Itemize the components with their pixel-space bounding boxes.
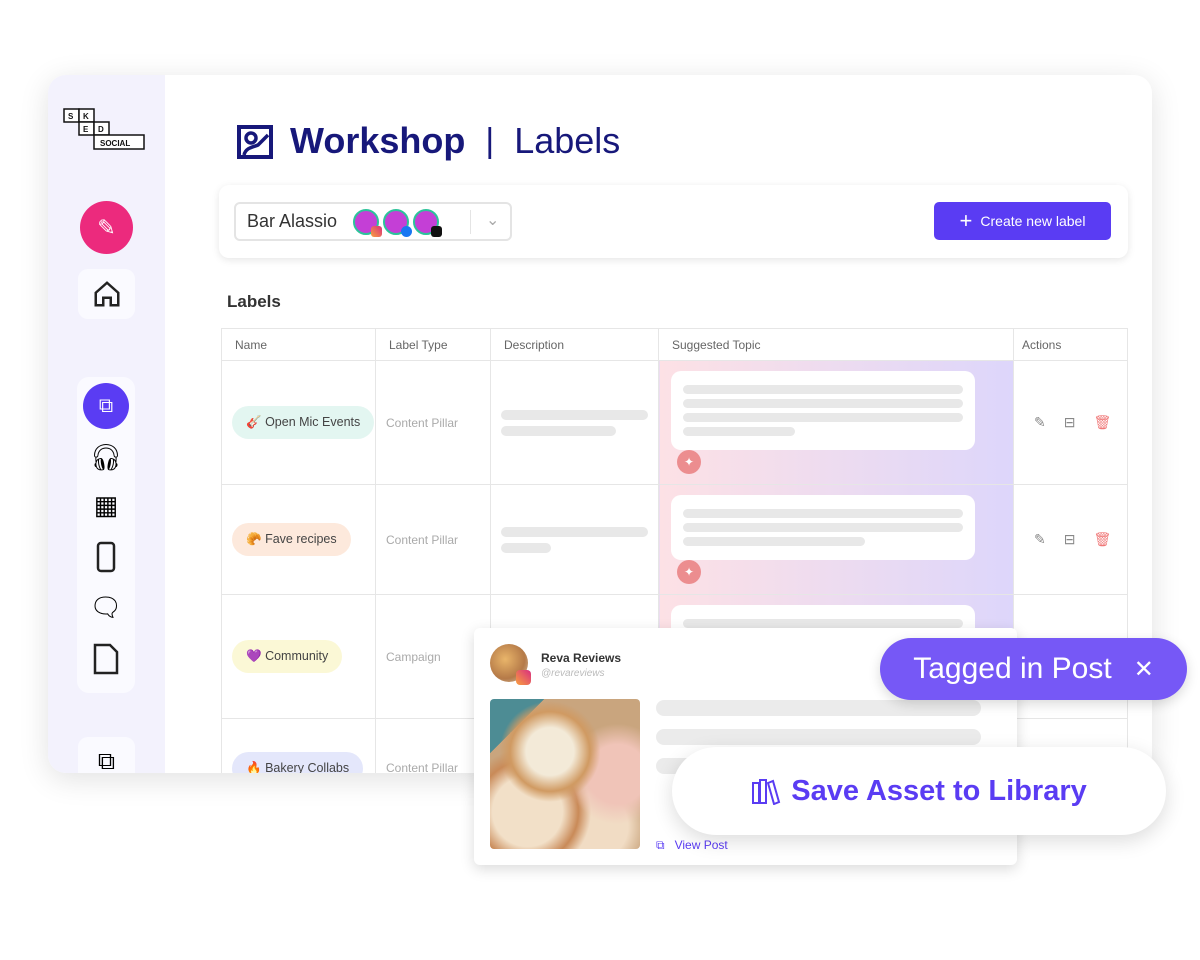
label-pill[interactable]: 🔥 Bakery Collabs [232, 751, 364, 773]
workshop-icon: ⧉ [98, 394, 114, 417]
create-label-text: Create new label [980, 213, 1086, 229]
avatar-tiktok [413, 208, 443, 237]
listening-nav[interactable]: 🎧︎ [77, 437, 135, 477]
title-workshop: Workshop [290, 120, 466, 161]
account-select[interactable]: Bar Alassio ⌄ [234, 202, 512, 241]
label-type: Content Pillar [375, 360, 491, 485]
sked-social-logo: S KE D SOCIAL [63, 108, 145, 150]
author-name: Reva Reviews [541, 651, 622, 665]
instagram-icon [516, 670, 531, 685]
facebook-icon [401, 225, 413, 237]
svg-text:S: S [68, 112, 74, 121]
sidebar: S K E D SOCIAL ✎ ⧉ 🎧︎ ▦ 🗨︎ ⧉ [48, 75, 165, 773]
plus-icon: + [959, 208, 973, 233]
trash-icon[interactable]: 🗑︎ [1093, 414, 1111, 431]
close-icon[interactable]: ✕ [1134, 655, 1154, 684]
label-pill[interactable]: 🥐 Fave recipes [232, 523, 351, 556]
tagged-label: Tagged in Post [913, 652, 1112, 685]
svg-text:D: D [98, 125, 104, 134]
trash-icon[interactable]: 🗑︎ [1093, 531, 1111, 548]
title-labels: Labels [514, 120, 621, 161]
svg-text:K: K [83, 112, 89, 121]
svg-text:E: E [83, 125, 89, 134]
workshop-icon [237, 125, 273, 159]
view-post-link[interactable]: ⧉ View Post [656, 838, 728, 853]
ai-suggest-icon[interactable]: ✦ [677, 450, 701, 474]
table-row: 🥐 Fave recipes Content Pillar ✦ ✎ ⊟ 🗑︎ [221, 484, 1128, 595]
workshop-nav[interactable]: ⧉ [83, 383, 129, 429]
document-nav[interactable] [77, 639, 135, 679]
home-button[interactable] [78, 269, 135, 319]
magic-pencil-button[interactable]: ✎ [80, 201, 133, 254]
edit-icon[interactable]: ✎ [1034, 414, 1046, 431]
table-header: Name Label Type Description Suggested To… [221, 328, 1128, 361]
headphones-icon: 🎧︎ [89, 441, 123, 472]
instagram-icon [371, 225, 383, 237]
add-stack-icon: ⧉ [97, 748, 116, 773]
external-link-icon: ⧉ [656, 838, 665, 852]
create-label-button[interactable]: + Create new label [934, 202, 1111, 240]
col-topic: Suggested Topic [658, 328, 1014, 361]
ai-suggest-icon[interactable]: ✦ [677, 560, 701, 584]
books-icon [752, 779, 781, 805]
calendar-icon: ▦ [93, 489, 119, 520]
pencil-sparkle-icon: ✎ [97, 214, 116, 240]
mobile-nav[interactable] [77, 537, 135, 577]
archive-icon[interactable]: ⊟ [1064, 531, 1076, 548]
document-icon [93, 643, 119, 675]
chat-icon: 🗨︎ [89, 591, 123, 622]
col-description: Description [490, 328, 659, 361]
label-pill[interactable]: 🎸 Open Mic Events [232, 406, 375, 439]
calendar-nav[interactable]: ▦ [77, 485, 135, 525]
tiktok-icon [431, 225, 443, 237]
col-name: Name [221, 328, 376, 361]
avatar-instagram [353, 208, 383, 237]
post-image[interactable] [490, 699, 640, 849]
archive-icon[interactable]: ⊟ [1064, 414, 1076, 431]
col-type: Label Type [375, 328, 491, 361]
phone-icon [96, 541, 116, 573]
table-row: 🎸 Open Mic Events Content Pillar ✦ ✎ ⊟ 🗑︎ [221, 360, 1128, 485]
nav-group: ⧉ 🎧︎ ▦ 🗨︎ [77, 377, 135, 693]
home-icon [94, 281, 119, 307]
tagged-in-post-chip: Tagged in Post ✕ [880, 638, 1187, 700]
col-actions: Actions [1013, 328, 1128, 361]
chevron-down-icon: ⌄ [486, 212, 500, 229]
label-type: Content Pillar [375, 484, 491, 595]
account-name: Bar Alassio [247, 211, 338, 231]
page-title: Workshop | Labels [236, 120, 620, 162]
save-asset-label: Save Asset to Library [791, 774, 1087, 807]
author-handle: @revareviews [541, 668, 605, 679]
label-pill[interactable]: 💜 Community [232, 640, 343, 673]
svg-text:SOCIAL: SOCIAL [100, 139, 130, 148]
title-separator: | [485, 121, 495, 160]
avatar-facebook [383, 208, 413, 237]
save-asset-button[interactable]: Save Asset to Library [672, 747, 1166, 835]
library-nav[interactable]: ⧉ [78, 737, 135, 773]
section-title: Labels [227, 292, 281, 311]
messages-nav[interactable]: 🗨︎ [77, 587, 135, 627]
edit-icon[interactable]: ✎ [1034, 531, 1046, 548]
toolbar: Bar Alassio ⌄ + Create new label [219, 185, 1128, 258]
